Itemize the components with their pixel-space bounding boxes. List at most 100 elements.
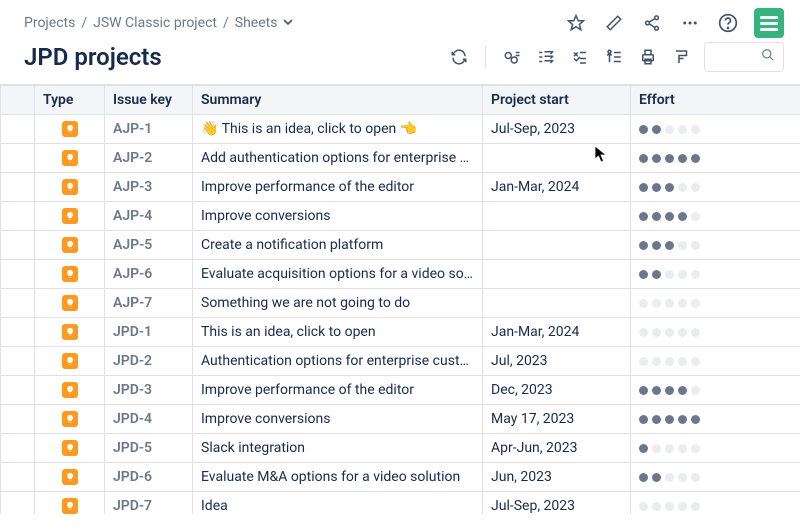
summary-cell[interactable]: Improve performance of the editor: [193, 173, 483, 202]
table-row[interactable]: JPD-3Improve performance of the editorDe…: [1, 376, 800, 405]
refresh-icon[interactable]: [447, 45, 471, 69]
issue-key[interactable]: JPD-4: [105, 405, 193, 434]
effort-dot: [691, 328, 700, 337]
project-start-cell[interactable]: [483, 231, 631, 260]
summary-cell[interactable]: Add authentication options for enterpris…: [193, 144, 483, 173]
table-row[interactable]: JPD-2Authentication options for enterpri…: [1, 347, 800, 376]
effort-dot: [665, 502, 674, 511]
app-logo[interactable]: [754, 8, 784, 38]
effort-cell[interactable]: [631, 318, 800, 347]
project-start-cell[interactable]: Dec, 2023: [483, 376, 631, 405]
effort-cell[interactable]: [631, 405, 800, 434]
help-icon[interactable]: [716, 11, 740, 35]
project-start-cell[interactable]: Jun, 2023: [483, 463, 631, 492]
effort-cell[interactable]: [631, 463, 800, 492]
issue-key[interactable]: AJP-3: [105, 173, 193, 202]
project-start-cell[interactable]: Jul, 2023: [483, 347, 631, 376]
effort-cell[interactable]: [631, 115, 800, 144]
breadcrumb-project[interactable]: JSW Classic project: [93, 15, 217, 31]
summary-cell[interactable]: Idea: [193, 492, 483, 515]
table-row[interactable]: AJP-2Add authentication options for ente…: [1, 144, 800, 173]
summary-cell[interactable]: Improve conversions: [193, 202, 483, 231]
effort-cell[interactable]: [631, 231, 800, 260]
issue-key[interactable]: JPD-2: [105, 347, 193, 376]
project-start-cell[interactable]: Jan-Mar, 2024: [483, 173, 631, 202]
table-row[interactable]: AJP-6Evaluate acquisition options for a …: [1, 260, 800, 289]
group-icon[interactable]: [534, 45, 558, 69]
table: Type Issue key Summary Project start Eff…: [0, 84, 800, 514]
search-box[interactable]: [704, 42, 784, 72]
issue-key[interactable]: JPD-3: [105, 376, 193, 405]
issue-key[interactable]: JPD-1: [105, 318, 193, 347]
effort-cell[interactable]: [631, 434, 800, 463]
project-start-cell[interactable]: Jan-Mar, 2024: [483, 318, 631, 347]
issue-key[interactable]: AJP-2: [105, 144, 193, 173]
effort-cell[interactable]: [631, 347, 800, 376]
chevron-down-icon[interactable]: [283, 15, 293, 31]
issue-key[interactable]: AJP-1: [105, 115, 193, 144]
table-row[interactable]: AJP-3Improve performance of the editorJa…: [1, 173, 800, 202]
effort-cell[interactable]: [631, 144, 800, 173]
print-icon[interactable]: [636, 45, 660, 69]
issue-key[interactable]: JPD-5: [105, 434, 193, 463]
summary-cell[interactable]: Improve performance of the editor: [193, 376, 483, 405]
effort-cell[interactable]: [631, 492, 800, 515]
table-row[interactable]: JPD-5Slack integrationApr-Jun, 2023: [1, 434, 800, 463]
col-summary[interactable]: Summary: [193, 86, 483, 115]
breadcrumb-projects[interactable]: Projects: [24, 15, 75, 31]
effort-dot: [639, 415, 648, 424]
summary-cell[interactable]: Evaluate M&A options for a video solutio…: [193, 463, 483, 492]
issue-key[interactable]: AJP-5: [105, 231, 193, 260]
summary-cell[interactable]: Slack integration: [193, 434, 483, 463]
edit-icon[interactable]: [602, 11, 626, 35]
effort-cell[interactable]: [631, 202, 800, 231]
table-row[interactable]: JPD-6Evaluate M&A options for a video so…: [1, 463, 800, 492]
sort-icon[interactable]: [602, 45, 626, 69]
table-row[interactable]: AJP-5Create a notification platform: [1, 231, 800, 260]
star-icon[interactable]: [564, 11, 588, 35]
breadcrumb-view[interactable]: Sheets: [235, 15, 278, 31]
summary-cell[interactable]: This is an idea, click to open: [193, 318, 483, 347]
table-row[interactable]: JPD-7IdeaJul-Sep, 2023: [1, 492, 800, 515]
effort-cell[interactable]: [631, 376, 800, 405]
share-icon[interactable]: [640, 11, 664, 35]
table-row[interactable]: AJP-4Improve conversions: [1, 202, 800, 231]
summary-cell[interactable]: 👋 This is an idea, click to open 👈: [193, 115, 483, 144]
project-start-cell[interactable]: Jul-Sep, 2023: [483, 492, 631, 515]
table-row[interactable]: JPD-1This is an idea, click to openJan-M…: [1, 318, 800, 347]
effort-dot: [639, 183, 648, 192]
filter-check-icon[interactable]: [568, 45, 592, 69]
issue-key[interactable]: JPD-7: [105, 492, 193, 515]
effort-cell[interactable]: [631, 260, 800, 289]
project-start-cell[interactable]: Apr-Jun, 2023: [483, 434, 631, 463]
summary-cell[interactable]: Something we are not going to do: [193, 289, 483, 318]
col-start[interactable]: Project start: [483, 86, 631, 115]
table-row[interactable]: AJP-7Something we are not going to do: [1, 289, 800, 318]
table-row[interactable]: AJP-1👋 This is an idea, click to open 👈J…: [1, 115, 800, 144]
issue-key[interactable]: AJP-7: [105, 289, 193, 318]
effort-cell[interactable]: [631, 173, 800, 202]
issue-key[interactable]: AJP-6: [105, 260, 193, 289]
search-input[interactable]: [705, 43, 783, 71]
fields-icon[interactable]: [500, 45, 524, 69]
project-start-cell[interactable]: May 17, 2023: [483, 405, 631, 434]
more-icon[interactable]: [678, 11, 702, 35]
col-type[interactable]: Type: [35, 86, 105, 115]
project-start-cell[interactable]: Jul-Sep, 2023: [483, 115, 631, 144]
col-key[interactable]: Issue key: [105, 86, 193, 115]
effort-dot: [639, 270, 648, 279]
project-start-cell[interactable]: [483, 260, 631, 289]
project-start-cell[interactable]: [483, 144, 631, 173]
summary-cell[interactable]: Improve conversions: [193, 405, 483, 434]
issue-key[interactable]: JPD-6: [105, 463, 193, 492]
table-row[interactable]: JPD-4Improve conversionsMay 17, 2023: [1, 405, 800, 434]
summary-cell[interactable]: Create a notification platform: [193, 231, 483, 260]
summary-cell[interactable]: Authentication options for enterprise cu…: [193, 347, 483, 376]
col-effort[interactable]: Effort: [631, 86, 800, 115]
project-start-cell[interactable]: [483, 202, 631, 231]
format-icon[interactable]: [670, 45, 694, 69]
issue-key[interactable]: AJP-4: [105, 202, 193, 231]
project-start-cell[interactable]: [483, 289, 631, 318]
effort-cell[interactable]: [631, 289, 800, 318]
summary-cell[interactable]: Evaluate acquisition options for a video…: [193, 260, 483, 289]
